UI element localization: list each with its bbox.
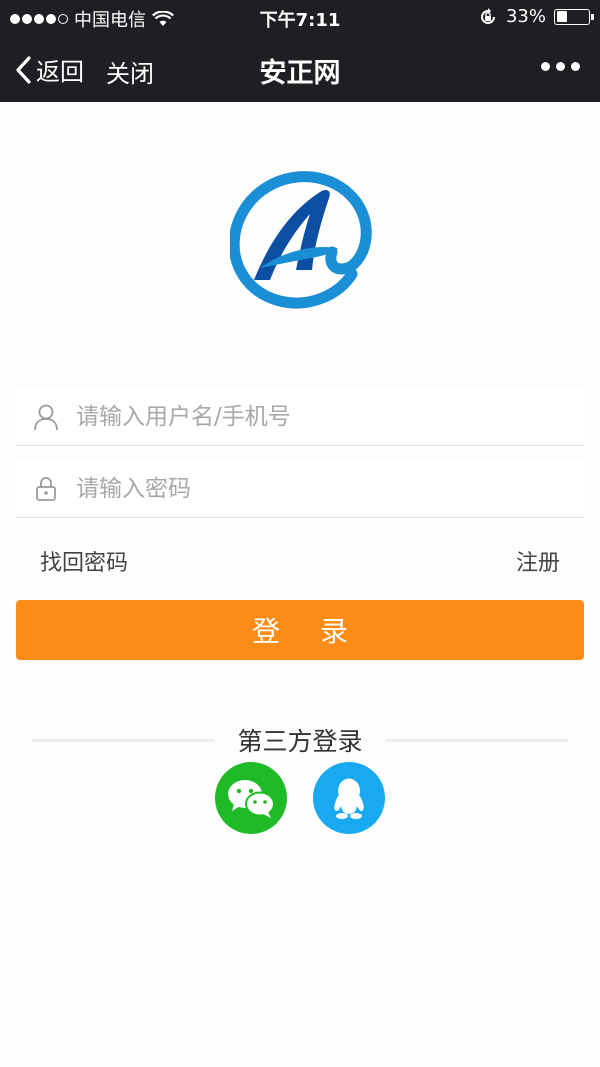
page-title: 安正网	[259, 58, 341, 89]
status-right: 33%	[478, 6, 594, 27]
wechat-icon	[228, 780, 275, 818]
wechat-login-button[interactable]	[215, 762, 287, 834]
battery-icon	[554, 8, 594, 25]
user-icon	[16, 403, 76, 431]
back-button[interactable]: 返回	[14, 52, 84, 87]
login-button[interactable]: 登录	[16, 600, 584, 660]
register-link[interactable]: 注册	[516, 545, 560, 577]
nav-bar: 返回 关闭 安正网	[0, 34, 600, 102]
more-dot-icon	[556, 62, 565, 71]
username-input[interactable]	[76, 403, 556, 430]
status-bar: 中国电信 下午7:11 33%	[0, 0, 600, 34]
close-button[interactable]: 关闭	[106, 54, 154, 89]
battery-level	[556, 11, 567, 22]
more-dot-icon	[571, 62, 580, 71]
username-field	[16, 388, 584, 446]
more-dot-icon	[541, 62, 550, 71]
lock-icon	[16, 476, 76, 502]
password-field	[16, 460, 584, 518]
forgot-password-link[interactable]: 找回密码	[40, 545, 128, 577]
third-party-login-label: 第三方登录	[237, 727, 363, 756]
rotation-lock-icon	[481, 7, 495, 24]
more-menu-button[interactable]	[541, 62, 580, 71]
chevron-left-icon	[16, 55, 31, 84]
qq-penguin-icon	[334, 778, 364, 819]
password-input[interactable]	[76, 475, 556, 502]
battery-percent: 33%	[505, 6, 546, 27]
qq-login-button[interactable]	[313, 762, 385, 834]
app-logo	[230, 171, 372, 309]
back-label: 返回	[36, 58, 84, 86]
